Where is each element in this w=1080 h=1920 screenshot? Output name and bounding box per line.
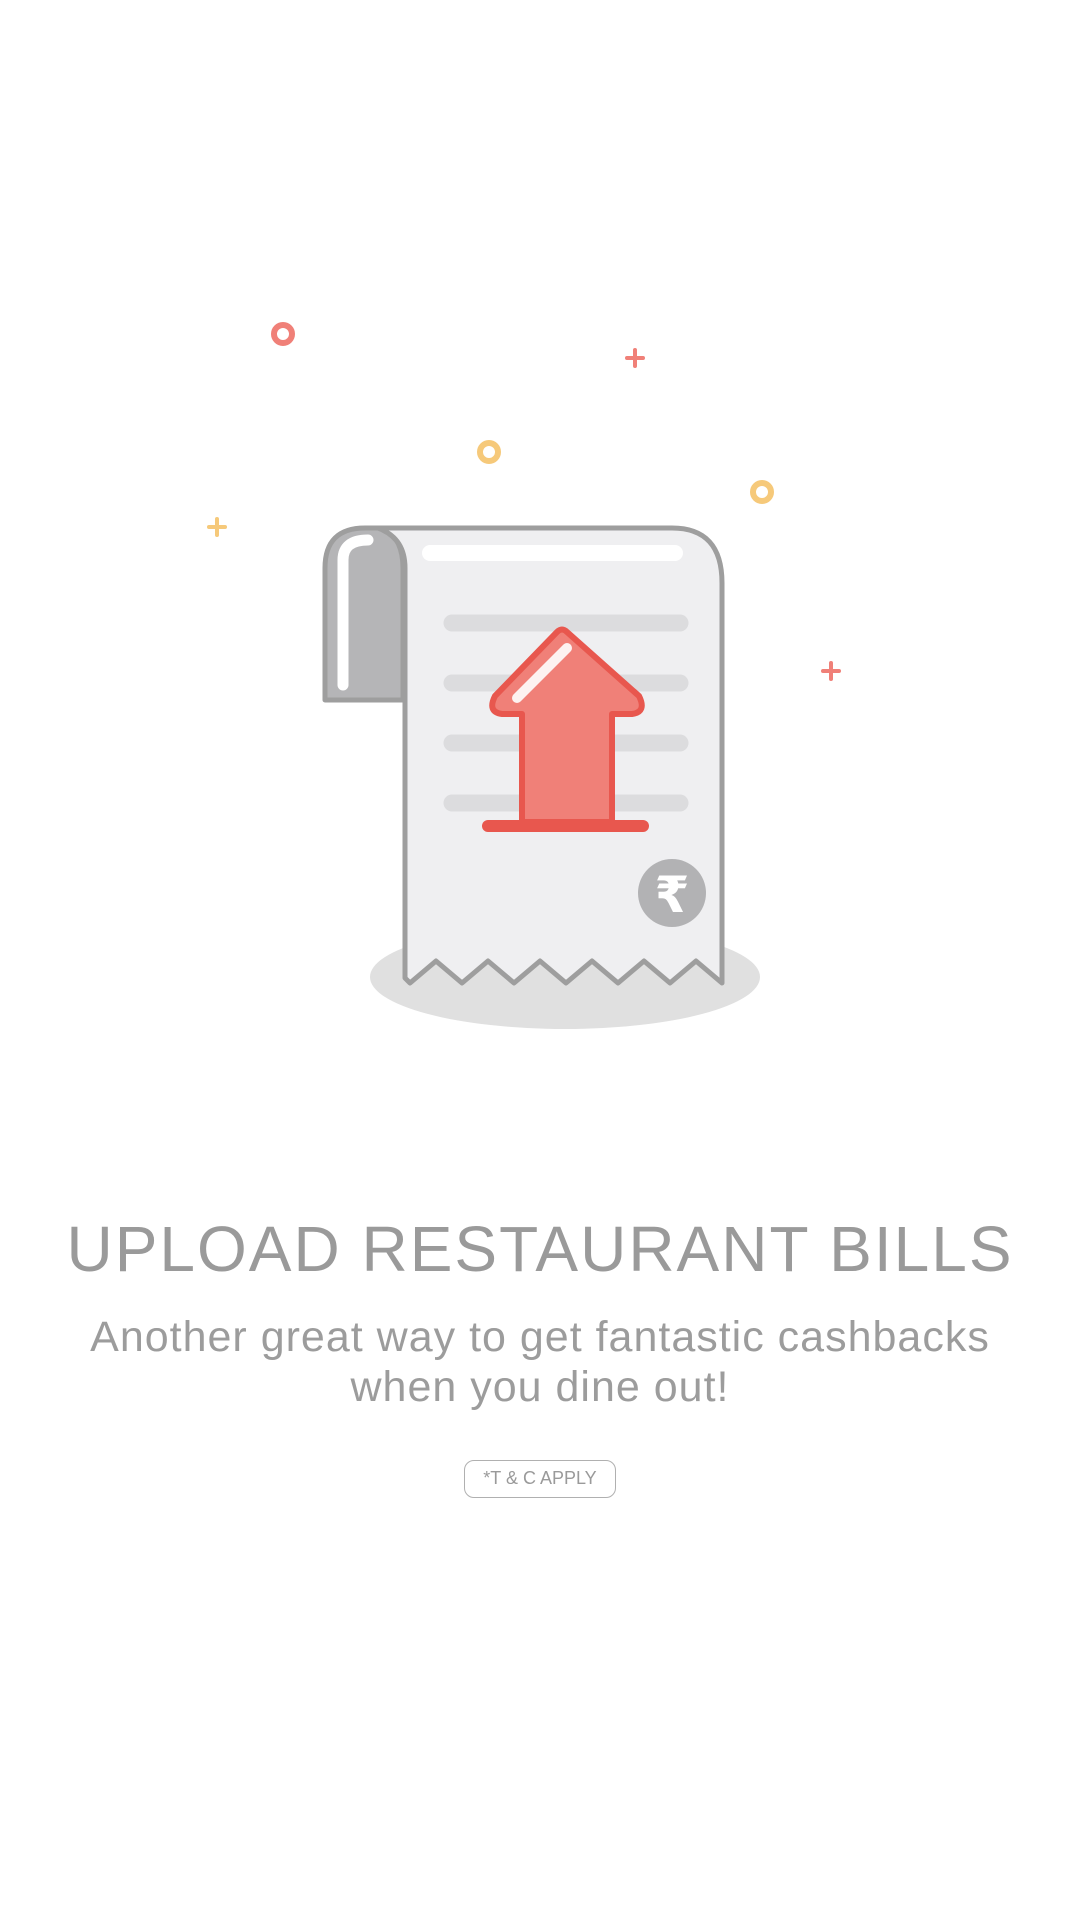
svg-text:₹: ₹	[655, 866, 690, 924]
sparkle-circle-icon	[477, 440, 501, 464]
sparkle-circle-icon	[750, 480, 774, 504]
sparkle-plus-icon	[625, 348, 645, 368]
page-title: UPLOAD RESTAURANT BILLS	[66, 1213, 1014, 1285]
sparkle-plus-icon	[207, 517, 227, 537]
terms-and-conditions-button[interactable]: *T & C APPLY	[464, 1460, 616, 1498]
receipt-roll	[322, 525, 406, 703]
rupee-coin-icon: ₹	[638, 859, 706, 927]
sparkle-plus-icon	[821, 661, 841, 681]
receipt-upload-illustration: ₹	[207, 322, 841, 1029]
page-subtitle: Another great way to get fantastic cashb…	[90, 1313, 990, 1411]
sparkle-circle-icon	[271, 322, 295, 346]
